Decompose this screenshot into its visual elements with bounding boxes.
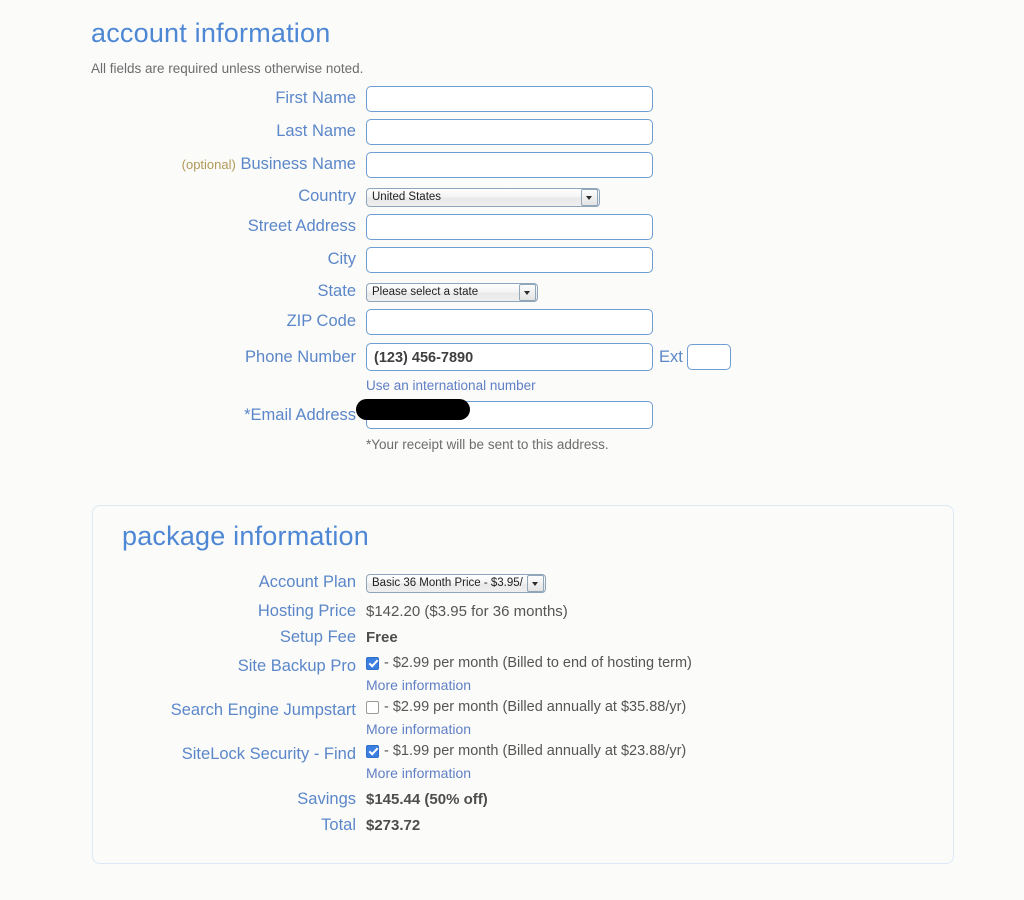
account-plan-select[interactable]: Basic 36 Month Price - $3.95/mo. — [366, 574, 546, 593]
last-name-row: Last Name — [91, 119, 771, 145]
account-plan-label: Account Plan — [122, 573, 366, 592]
search-engine-jumpstart-checkbox[interactable] — [366, 701, 379, 714]
site-backup-pro-field: - $2.99 per month (Billed to end of host… — [366, 655, 692, 695]
addon-row: Site Backup Pro - $2.99 per month (Bille… — [122, 655, 882, 695]
street-address-label: Street Address — [91, 214, 366, 236]
package-section-title: package information — [122, 521, 882, 552]
ext-field-wrap — [687, 344, 731, 370]
state-row: State Please select a state — [91, 282, 771, 302]
savings-value: $145.44 (50% off) — [366, 790, 488, 808]
state-label: State — [91, 282, 366, 301]
sitelock-security-field: - $1.99 per month (Billed annually at $2… — [366, 743, 686, 783]
email-note-row: *Your receipt will be sent to this addre… — [91, 437, 771, 452]
search-engine-jumpstart-more-info-link[interactable]: More information — [366, 721, 471, 737]
country-select-wrap: United States — [366, 187, 600, 207]
business-name-input[interactable] — [366, 152, 653, 178]
addon-row: Search Engine Jumpstart - $2.99 per mont… — [122, 699, 882, 739]
email-address-label: *Email Address — [91, 406, 366, 425]
ext-input[interactable] — [687, 344, 731, 370]
sitelock-security-checkbox-row: - $1.99 per month (Billed annually at $2… — [366, 743, 686, 759]
last-name-field-wrap — [366, 119, 653, 145]
business-name-field-wrap — [366, 152, 653, 178]
site-backup-pro-more-info-link[interactable]: More information — [366, 677, 471, 693]
country-label: Country — [91, 187, 366, 206]
international-link-row: Use an international number — [91, 378, 771, 393]
hosting-price-label: Hosting Price — [122, 602, 366, 621]
hosting-price-value: $142.20 ($3.95 for 36 months) — [366, 602, 568, 620]
addon-row: SiteLock Security - Find - $1.99 per mon… — [122, 743, 882, 783]
package-information-section: package information Account Plan Basic 3… — [122, 521, 882, 835]
site-backup-pro-text: - $2.99 per month (Billed to end of host… — [384, 655, 692, 671]
last-name-input[interactable] — [366, 119, 653, 145]
zip-code-field-wrap — [366, 309, 653, 335]
business-name-label: (optional) Business Name — [91, 152, 366, 174]
city-label: City — [91, 247, 366, 269]
sitelock-security-text: - $1.99 per month (Billed annually at $2… — [384, 743, 686, 759]
ext-label: Ext — [659, 348, 683, 367]
state-select[interactable]: Please select a state — [366, 283, 538, 302]
first-name-label: First Name — [91, 86, 366, 108]
total-row: Total $273.72 — [122, 816, 882, 835]
hosting-price-row: Hosting Price $142.20 ($3.95 for 36 mont… — [122, 602, 882, 621]
search-engine-jumpstart-label: Search Engine Jumpstart — [122, 699, 366, 720]
zip-code-row: ZIP Code — [91, 309, 771, 335]
phone-number-field-wrap — [366, 343, 653, 371]
setup-fee-label: Setup Fee — [122, 628, 366, 647]
city-row: City — [91, 247, 771, 273]
phone-number-row: Phone Number Ext — [91, 343, 771, 371]
account-section-title: account information — [91, 18, 771, 49]
search-engine-jumpstart-field: - $2.99 per month (Billed annually at $3… — [366, 699, 686, 739]
international-number-link[interactable]: Use an international number — [366, 378, 536, 393]
total-label: Total — [122, 816, 366, 835]
site-backup-pro-label: Site Backup Pro — [122, 655, 366, 676]
zip-code-label: ZIP Code — [91, 309, 366, 331]
email-receipt-note: *Your receipt will be sent to this addre… — [366, 437, 609, 452]
business-name-label-text: Business Name — [240, 155, 356, 173]
account-information-section: account information All fields are requi… — [91, 18, 771, 452]
first-name-field-wrap — [366, 86, 653, 112]
account-plan-select-wrap: Basic 36 Month Price - $3.95/mo. — [366, 573, 546, 593]
street-address-row: Street Address — [91, 214, 771, 240]
search-engine-jumpstart-checkbox-row: - $2.99 per month (Billed annually at $3… — [366, 699, 686, 715]
zip-code-input[interactable] — [366, 309, 653, 335]
phone-number-label: Phone Number — [91, 348, 366, 367]
last-name-label: Last Name — [91, 119, 366, 141]
search-engine-jumpstart-text: - $2.99 per month (Billed annually at $3… — [384, 699, 686, 715]
setup-fee-value: Free — [366, 628, 398, 646]
city-input[interactable] — [366, 247, 653, 273]
total-value: $273.72 — [366, 816, 420, 834]
setup-fee-row: Setup Fee Free — [122, 628, 882, 647]
country-select[interactable]: United States — [366, 188, 600, 207]
account-plan-row: Account Plan Basic 36 Month Price - $3.9… — [122, 573, 882, 593]
site-backup-pro-checkbox-row: - $2.99 per month (Billed to end of host… — [366, 655, 692, 671]
first-name-row: First Name — [91, 86, 771, 112]
business-name-row: (optional) Business Name — [91, 152, 771, 178]
business-name-optional-tag: (optional) — [182, 157, 236, 172]
country-row: Country United States — [91, 187, 771, 207]
street-address-field-wrap — [366, 214, 653, 240]
first-name-input[interactable] — [366, 86, 653, 112]
savings-row: Savings $145.44 (50% off) — [122, 790, 882, 809]
sitelock-security-checkbox[interactable] — [366, 745, 379, 758]
savings-label: Savings — [122, 790, 366, 809]
state-select-wrap: Please select a state — [366, 282, 538, 302]
sitelock-security-more-info-link[interactable]: More information — [366, 765, 471, 781]
city-field-wrap — [366, 247, 653, 273]
required-fields-note: All fields are required unless otherwise… — [91, 61, 771, 76]
street-address-input[interactable] — [366, 214, 653, 240]
phone-number-input[interactable] — [366, 343, 653, 371]
site-backup-pro-checkbox[interactable] — [366, 657, 379, 670]
email-redaction-bar — [356, 399, 470, 420]
sitelock-security-label: SiteLock Security - Find — [122, 743, 366, 764]
